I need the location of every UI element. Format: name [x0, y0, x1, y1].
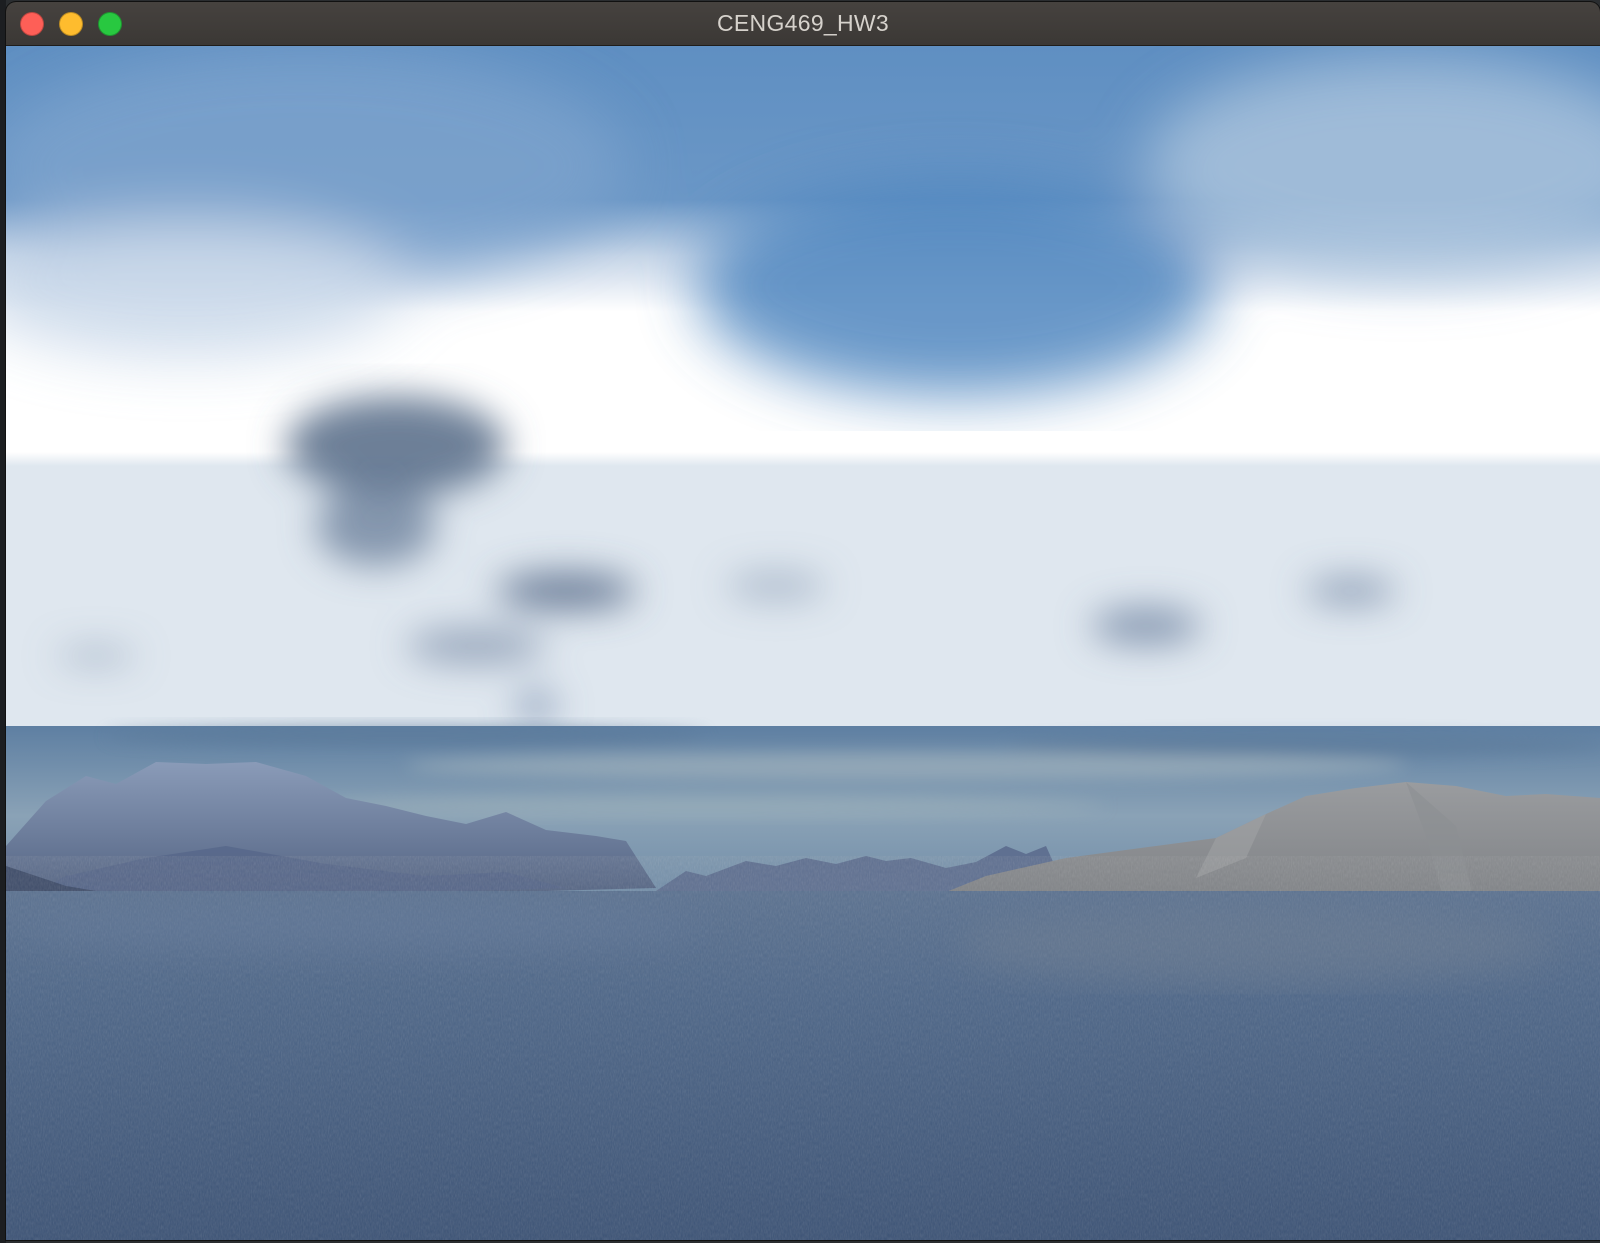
title-bar[interactable]: CENG469_HW3 — [6, 2, 1600, 46]
scene-render — [6, 46, 1600, 1240]
zoom-button-icon[interactable] — [98, 12, 122, 36]
close-button-icon[interactable] — [20, 12, 44, 36]
window-title: CENG469_HW3 — [716, 10, 890, 36]
app-window: CENG469_HW3 — [6, 2, 1600, 1240]
minimize-button-icon[interactable] — [59, 12, 83, 36]
opengl-viewport[interactable] — [6, 46, 1600, 1240]
